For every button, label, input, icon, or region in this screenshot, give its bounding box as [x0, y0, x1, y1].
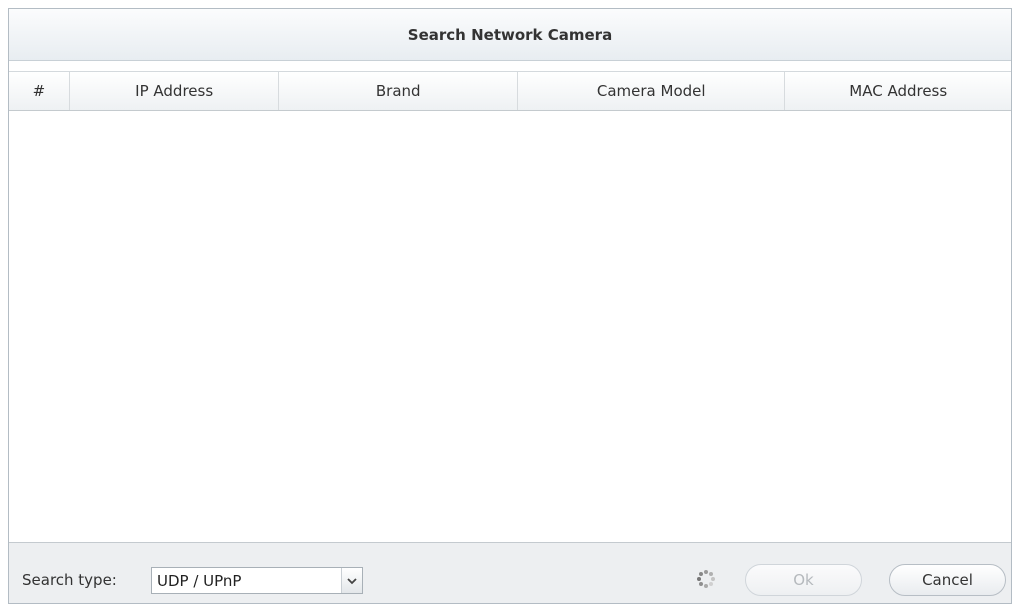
column-header-camera-model[interactable]: Camera Model [518, 72, 786, 110]
ok-button[interactable]: Ok [745, 564, 862, 596]
column-header-mac-address[interactable]: MAC Address [785, 72, 1011, 110]
chevron-down-icon[interactable] [341, 568, 362, 593]
search-type-label: Search type: [22, 571, 117, 589]
search-network-camera-dialog: Search Network Camera # IP Address Brand… [8, 8, 1012, 604]
search-type-value: UDP / UPnP [157, 572, 242, 590]
camera-results-list[interactable] [9, 111, 1011, 542]
loading-spinner-icon [697, 570, 715, 588]
dialog-footer: Search type: UDP / UPnP Ok Cancel [9, 542, 1011, 603]
column-header-ip-address[interactable]: IP Address [70, 72, 280, 110]
search-type-select[interactable]: UDP / UPnP [151, 567, 363, 594]
table-header: # IP Address Brand Camera Model MAC Addr… [9, 71, 1011, 111]
column-header-brand[interactable]: Brand [279, 72, 518, 110]
dialog-title: Search Network Camera [9, 9, 1011, 61]
column-header-number[interactable]: # [9, 72, 70, 110]
cancel-button[interactable]: Cancel [889, 564, 1006, 596]
